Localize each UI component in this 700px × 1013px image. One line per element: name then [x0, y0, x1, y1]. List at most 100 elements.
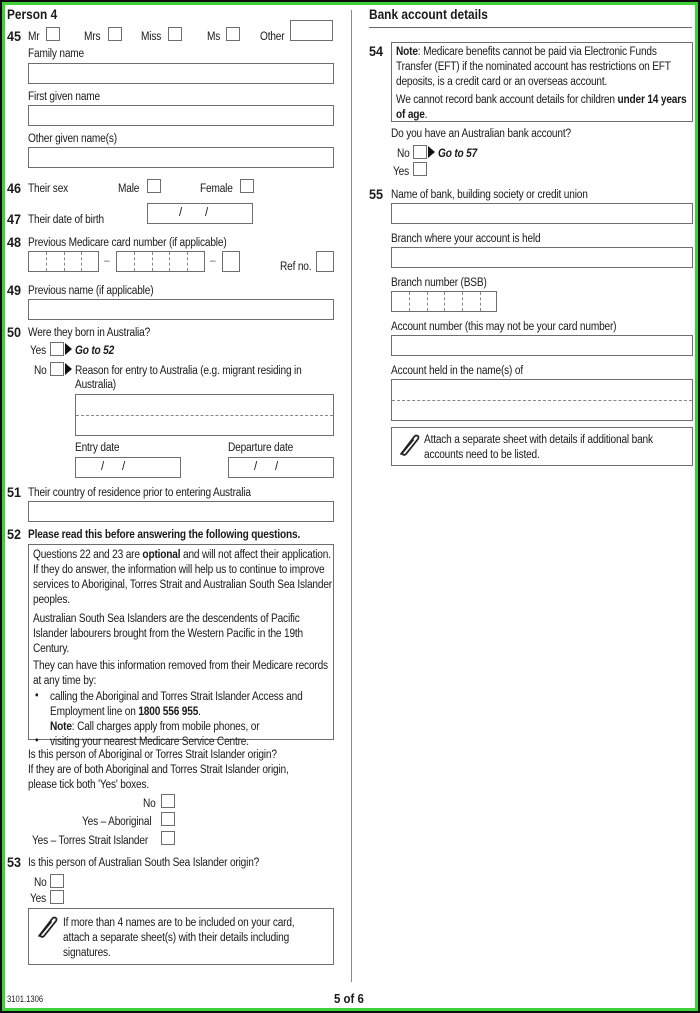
- question-number-49: 49: [7, 282, 22, 298]
- page-indicator: 5 of 6: [334, 991, 364, 1006]
- ssi-yes-label: Yes: [30, 893, 46, 905]
- question-number-55: 55: [369, 186, 384, 202]
- title-mrs-checkbox[interactable]: [108, 27, 122, 41]
- south-sea-islander-question: Is this person of Australian South Sea I…: [28, 857, 260, 869]
- family-name-field[interactable]: [28, 63, 334, 84]
- arrow-right-icon: [65, 363, 72, 375]
- family-name-label: Family name: [28, 48, 84, 60]
- origin-question-line2: If they are of both Aboriginal and Torre…: [28, 764, 289, 776]
- date-of-birth-label: Their date of birth: [28, 214, 104, 226]
- date-separator: /: [275, 461, 279, 473]
- born-no-checkbox[interactable]: [50, 362, 64, 376]
- account-name-label: Account held in the name(s) of: [391, 365, 523, 377]
- previous-name-field[interactable]: [28, 299, 334, 320]
- title-mr-label: Mr: [28, 31, 40, 43]
- origin-aboriginal-label: Yes – Aboriginal: [82, 816, 152, 828]
- born-yes-checkbox[interactable]: [50, 342, 64, 356]
- question-number-47: 47: [7, 211, 22, 227]
- attach-note-line2: attach a separate sheet(s) with their de…: [63, 932, 290, 944]
- title-ms-label: Ms: [207, 31, 221, 43]
- branch-label: Branch where your account is held: [391, 233, 541, 245]
- title-ms-checkbox[interactable]: [226, 27, 240, 41]
- ssi-no-checkbox[interactable]: [50, 874, 64, 888]
- entry-date-field[interactable]: / /: [75, 457, 181, 478]
- title-other-field[interactable]: [290, 20, 333, 41]
- medicare-card-part2-field[interactable]: [116, 251, 205, 272]
- account-number-label: Account number (this may not be your car…: [391, 321, 617, 333]
- card-dash: –: [210, 255, 216, 267]
- title-miss-checkbox[interactable]: [168, 27, 182, 41]
- country-of-residence-label: Their country of residence prior to ente…: [28, 487, 251, 499]
- attach-note-line3: signatures.: [63, 947, 111, 959]
- read-before-answering-label: Please read this before answering the fo…: [28, 529, 301, 541]
- ssi-yes-checkbox[interactable]: [50, 890, 64, 904]
- bsb-field[interactable]: [391, 291, 497, 312]
- origin-aboriginal-checkbox[interactable]: [161, 812, 175, 826]
- account-number-field[interactable]: [391, 335, 693, 356]
- bank-note-box: Note: Medicare benefits cannot be paid v…: [391, 42, 693, 122]
- australian-bank-account-question: Do you have an Australian bank account?: [391, 128, 571, 140]
- heading-rule: [369, 27, 692, 28]
- arrow-right-icon: [65, 343, 72, 355]
- country-of-residence-field[interactable]: [28, 501, 334, 522]
- children-age-note: We cannot record bank account details fo…: [396, 94, 687, 121]
- previous-name-label: Previous name (if applicable): [28, 285, 154, 297]
- date-separator: /: [205, 207, 209, 219]
- origin-torres-strait-checkbox[interactable]: [161, 831, 175, 845]
- date-separator: /: [179, 207, 183, 219]
- paperclip-icon: [397, 432, 421, 458]
- medicare-card-issue-field[interactable]: [222, 251, 240, 272]
- born-in-australia-label: Were they born in Australia?: [28, 327, 151, 339]
- date-of-birth-field[interactable]: / /: [147, 203, 253, 224]
- origin-no-label: No: [143, 798, 156, 810]
- attach-sheet-note-box: If more than 4 names are to be included …: [28, 908, 334, 965]
- question-number-52: 52: [7, 526, 22, 542]
- date-separator: /: [254, 461, 258, 473]
- ssi-no-label: No: [34, 877, 47, 889]
- column-divider: [351, 10, 352, 982]
- first-given-name-label: First given name: [28, 91, 100, 103]
- branch-field[interactable]: [391, 247, 693, 268]
- info-paragraph-south-sea-islanders: Australian South Sea Islanders are the d…: [33, 613, 303, 655]
- sex-female-label: Female: [200, 183, 233, 195]
- departure-date-label: Departure date: [228, 442, 294, 454]
- entry-date-label: Entry date: [75, 442, 120, 454]
- bank-account-no-checkbox[interactable]: [413, 145, 427, 159]
- form-page: Person 4 45 Mr Mrs Miss Ms Other Family …: [5, 5, 695, 1008]
- title-other-label: Other: [260, 31, 285, 43]
- question-number-46: 46: [7, 180, 22, 196]
- bank-name-field[interactable]: [391, 203, 693, 224]
- origin-question-line1: Is this person of Aboriginal or Torres S…: [28, 749, 277, 761]
- question-number-50: 50: [7, 324, 22, 340]
- title-miss-label: Miss: [141, 31, 162, 43]
- ref-no-field[interactable]: [316, 251, 334, 272]
- reason-for-entry-field[interactable]: [75, 394, 334, 436]
- bsb-label: Branch number (BSB): [391, 277, 487, 289]
- other-given-names-field[interactable]: [28, 147, 334, 168]
- info-bullet-calling: • calling the Aboriginal and Torres Stra…: [35, 690, 303, 733]
- first-given-name-field[interactable]: [28, 105, 334, 126]
- person-4-heading: Person 4: [7, 7, 58, 22]
- origin-no-checkbox[interactable]: [161, 794, 175, 808]
- sex-label: Their sex: [28, 183, 69, 195]
- bank-account-yes-label: Yes: [393, 166, 409, 178]
- bank-account-yes-checkbox[interactable]: [413, 162, 427, 176]
- bank-attach-note-line1: Attach a separate sheet with details if …: [424, 434, 653, 446]
- attach-note-line1: If more than 4 names are to be included …: [63, 917, 295, 929]
- question-number-48: 48: [7, 234, 22, 250]
- card-dash: –: [104, 255, 110, 267]
- title-mr-checkbox[interactable]: [46, 27, 60, 41]
- origin-torres-strait-label: Yes – Torres Strait Islander: [32, 835, 149, 847]
- medicare-card-part1-field[interactable]: [28, 251, 99, 272]
- question-number-45: 45: [7, 28, 22, 44]
- sex-female-checkbox[interactable]: [240, 179, 254, 193]
- medicare-card-number-label: Previous Medicare card number (if applic…: [28, 237, 227, 249]
- reason-for-entry-label-line2: Australia): [75, 379, 116, 391]
- bank-account-heading: Bank account details: [369, 7, 488, 22]
- other-given-names-label: Other given name(s): [28, 133, 117, 145]
- go-to-52-instruction: Go to 52: [75, 345, 115, 357]
- sex-male-checkbox[interactable]: [147, 179, 161, 193]
- departure-date-field[interactable]: / /: [228, 457, 334, 478]
- account-name-field[interactable]: [391, 379, 693, 421]
- born-yes-label: Yes: [30, 345, 46, 357]
